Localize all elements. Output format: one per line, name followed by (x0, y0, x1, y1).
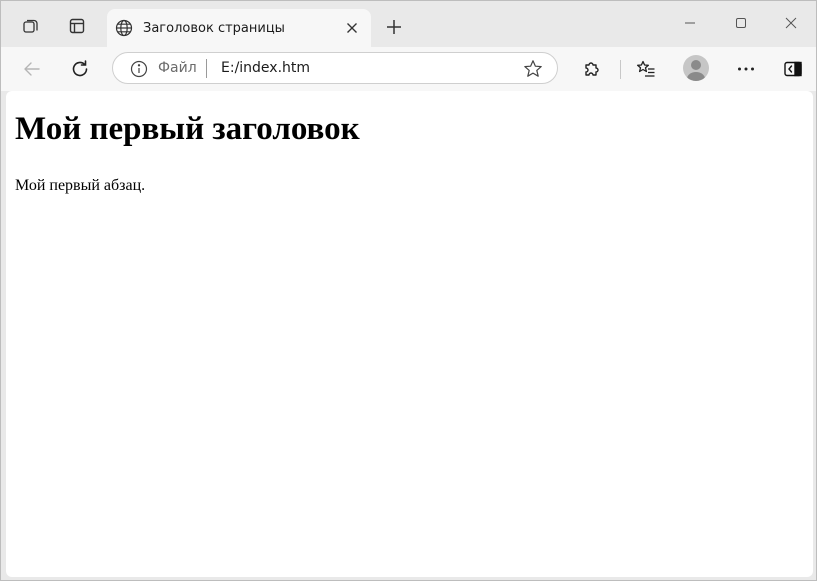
close-window-icon (785, 17, 797, 29)
tab-actions-icon (69, 18, 85, 34)
address-separator (206, 59, 207, 78)
close-tab-button[interactable] (339, 15, 365, 41)
url-text[interactable]: E:/index.htm (221, 60, 310, 76)
toolbar-separator (620, 60, 621, 79)
close-icon (346, 22, 358, 34)
tab-title: Заголовок страницы (143, 20, 285, 36)
star-icon[interactable] (523, 59, 543, 79)
globe-icon (115, 19, 133, 37)
page-heading: Мой первый заголовок (15, 111, 360, 147)
favorites-button[interactable] (630, 53, 662, 85)
browser-window: Заголовок страницы Файл E:/index.htm Мой… (0, 0, 817, 581)
workspaces-button[interactable] (15, 10, 47, 42)
more-dots-icon (737, 66, 755, 72)
tab-actions-button[interactable] (61, 10, 93, 42)
tab-active[interactable]: Заголовок страницы (107, 9, 371, 47)
plus-icon (386, 19, 402, 35)
address-bar[interactable]: Файл E:/index.htm (112, 52, 558, 84)
maximize-icon (735, 17, 747, 29)
refresh-icon (70, 59, 90, 79)
puzzle-icon (582, 59, 602, 79)
tab-bar: Заголовок страницы (1, 1, 816, 47)
sidebar-toggle-icon (784, 61, 802, 77)
profile-avatar[interactable] (683, 55, 709, 81)
extensions-button[interactable] (576, 53, 608, 85)
toolbar: Файл E:/index.htm (1, 47, 816, 91)
workspaces-icon (22, 17, 40, 35)
more-button[interactable] (730, 53, 762, 85)
info-icon[interactable] (130, 60, 148, 78)
page-paragraph: Мой первый абзац. (15, 177, 146, 194)
minimize-button[interactable] (666, 1, 714, 45)
minimize-icon (684, 17, 696, 29)
scheme-label: Файл (158, 60, 197, 76)
sidebar-toggle-button[interactable] (777, 53, 809, 85)
maximize-button[interactable] (717, 1, 765, 45)
close-window-button[interactable] (767, 1, 815, 45)
favorites-list-icon (636, 59, 656, 79)
refresh-button[interactable] (64, 53, 96, 85)
page-viewport: Мой первый заголовок Мой первый абзац. (6, 91, 813, 577)
back-button[interactable] (16, 53, 48, 85)
back-arrow-icon (23, 60, 41, 78)
new-tab-button[interactable] (378, 11, 410, 43)
